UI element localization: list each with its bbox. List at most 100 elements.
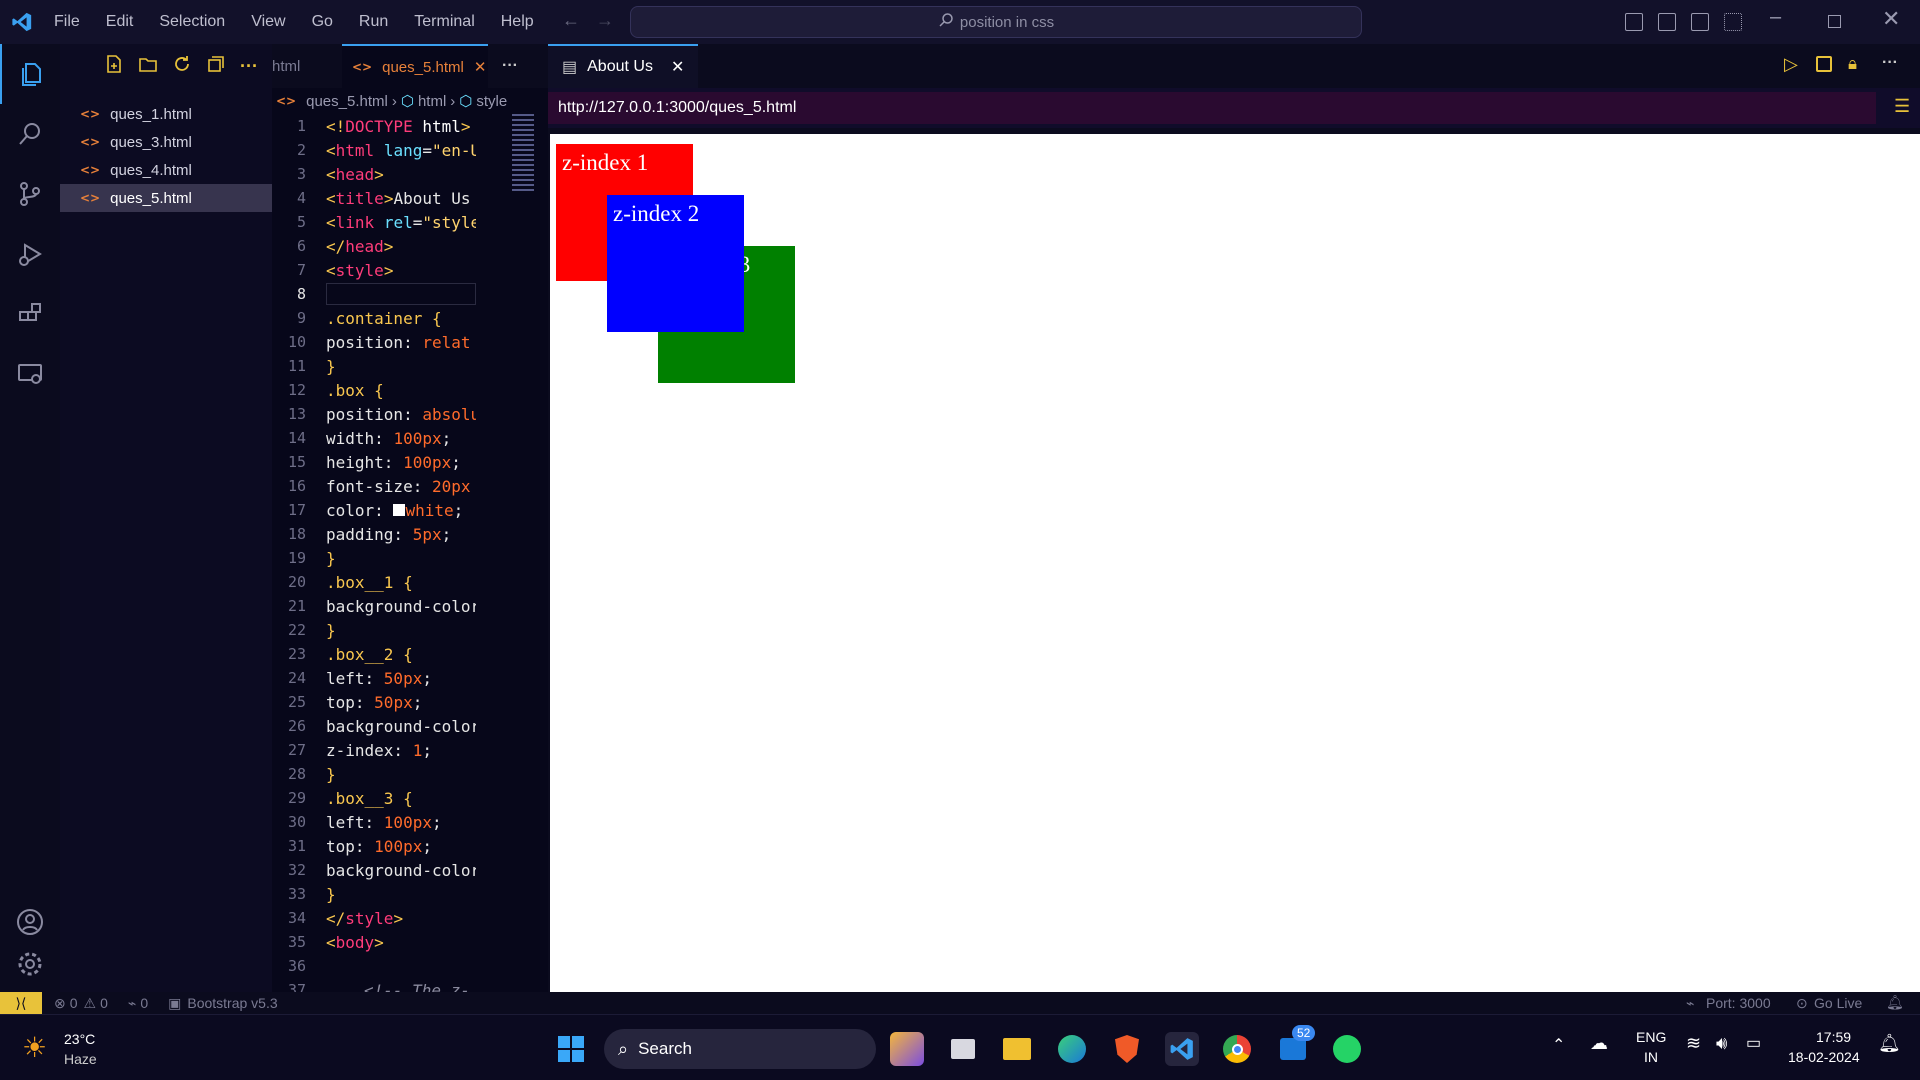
whatsapp-icon[interactable] xyxy=(1330,1032,1364,1066)
refresh-icon[interactable] xyxy=(172,54,192,79)
weather-desc[interactable]: Haze xyxy=(64,1051,97,1067)
battery-icon[interactable]: ▭ xyxy=(1746,1033,1761,1053)
notifications-bell-icon[interactable]: 🔔︎ xyxy=(1886,994,1904,1011)
code-text: .box__2 { xyxy=(326,644,413,664)
tab-previous[interactable]: html xyxy=(272,44,342,88)
extensions-icon[interactable] xyxy=(0,284,60,344)
line-number: 27 xyxy=(287,741,306,759)
menu-edit[interactable]: Edit xyxy=(106,13,134,31)
region-indicator[interactable]: IN xyxy=(1644,1049,1658,1065)
ports-count[interactable]: 0 xyxy=(140,995,148,1011)
remote-explorer-icon[interactable] xyxy=(0,344,60,404)
bootstrap-status[interactable]: Bootstrap v5.3 xyxy=(187,995,277,1011)
copilot-icon[interactable] xyxy=(890,1032,924,1066)
code-editor[interactable]: 1 <!DOCTYPE html> 2 <html lang="en-U 3 <hea… xyxy=(272,114,548,1002)
start-windows-icon[interactable] xyxy=(554,1032,588,1066)
weather-temp[interactable]: 23°C xyxy=(64,1031,95,1047)
file-item-ques1[interactable]: <> ques_1.html xyxy=(60,100,272,128)
port-status[interactable]: Port: 3000 xyxy=(1706,995,1771,1011)
collapse-all-icon[interactable] xyxy=(206,54,226,79)
clock-date[interactable]: 18-02-2024 xyxy=(1788,1049,1860,1065)
toggle-panel-icon[interactable] xyxy=(1658,13,1676,31)
editor-tabs: html <> ques_5.html ✕ ··· xyxy=(272,44,548,88)
html-file-icon: <> xyxy=(276,94,297,108)
breadcrumb-html[interactable]: html xyxy=(418,93,446,110)
split-editor-icon[interactable] xyxy=(1816,56,1832,72)
toggle-secondary-sidebar-icon[interactable] xyxy=(1691,13,1709,31)
taskbar-search[interactable]: ⌕ Search xyxy=(604,1029,876,1069)
code-line: 36 xyxy=(272,954,548,978)
lock-icon[interactable]: 🔒︎ xyxy=(1848,54,1857,74)
file-explorer-icon[interactable] xyxy=(1000,1032,1034,1066)
more-actions-icon[interactable]: ··· xyxy=(240,56,258,77)
menu-view[interactable]: View xyxy=(251,13,285,31)
editor-more-icon[interactable]: ··· xyxy=(502,57,518,75)
chrome-icon[interactable] xyxy=(1220,1032,1254,1066)
activity-bar xyxy=(0,44,60,992)
line-number: 22 xyxy=(287,621,306,639)
menu-selection[interactable]: Selection xyxy=(159,13,225,31)
address-bar: ← → ↻ http://127.0.0.1:3000/ques_5.html … xyxy=(548,88,1920,128)
go-live-button[interactable]: Go Live xyxy=(1814,995,1862,1011)
brave-icon[interactable] xyxy=(1110,1032,1144,1066)
menu-help[interactable]: Help xyxy=(501,13,534,31)
close-window-icon[interactable]: ✕ xyxy=(1882,6,1900,32)
more-actions-icon[interactable]: ··· xyxy=(1882,54,1898,72)
file-item-ques4[interactable]: <> ques_4.html xyxy=(60,156,272,184)
color-swatch[interactable] xyxy=(393,503,406,516)
remote-indicator-icon[interactable]: ⟩⟨ xyxy=(0,992,42,1014)
edge-icon[interactable] xyxy=(1055,1032,1089,1066)
file-item-ques3[interactable]: <> ques_3.html xyxy=(60,128,272,156)
restore-icon[interactable] xyxy=(1828,15,1841,28)
new-folder-icon[interactable] xyxy=(138,54,158,79)
nav-back-icon[interactable]: ← xyxy=(562,10,580,31)
vscode-taskbar-icon[interactable] xyxy=(1165,1032,1199,1066)
command-center-search[interactable]: position in css xyxy=(630,6,1362,38)
language-indicator[interactable]: ENG xyxy=(1636,1029,1666,1045)
volume-icon[interactable]: 🔊︎ xyxy=(1716,1033,1727,1054)
settings-gear-icon[interactable] xyxy=(0,934,60,994)
code-text: <style> xyxy=(326,260,394,280)
code-line: 23 .box__2 { xyxy=(272,642,548,666)
close-tab-icon[interactable]: ✕ xyxy=(474,58,487,76)
line-number: 8 xyxy=(296,285,306,303)
minimap[interactable] xyxy=(512,114,534,194)
source-control-icon[interactable] xyxy=(0,164,60,224)
code-line: 16 font-size: 20px xyxy=(272,474,548,498)
toggle-primary-sidebar-icon[interactable] xyxy=(1625,13,1643,31)
menu-terminal[interactable]: Terminal xyxy=(414,13,474,31)
explorer-icon[interactable] xyxy=(0,44,60,104)
line-number: 10 xyxy=(287,333,306,351)
search-view-icon[interactable] xyxy=(0,104,60,164)
code-line: 34 </style> xyxy=(272,906,548,930)
menu-file[interactable]: File xyxy=(54,13,80,31)
close-tab-icon[interactable]: ✕ xyxy=(671,57,684,77)
clock-time[interactable]: 17:59 xyxy=(1816,1029,1851,1045)
menu-run[interactable]: Run xyxy=(359,13,388,31)
file-item-ques5[interactable]: <> ques_5.html xyxy=(60,184,272,212)
new-file-icon[interactable] xyxy=(104,54,124,79)
customize-layout-icon[interactable] xyxy=(1724,13,1742,31)
run-debug-icon[interactable] xyxy=(0,224,60,284)
tab-about-us[interactable]: ▤ About Us ✕ xyxy=(548,44,699,88)
menu-icon[interactable]: ☰ xyxy=(1894,96,1910,117)
explorer-toolbar: ··· xyxy=(60,44,272,88)
task-view-icon[interactable] xyxy=(946,1032,980,1066)
menu-go[interactable]: Go xyxy=(312,13,333,31)
minimize-icon[interactable]: – xyxy=(1770,6,1781,29)
notification-bell-icon[interactable]: 🔔︎ xyxy=(1878,1033,1901,1054)
breadcrumb-style[interactable]: style xyxy=(476,93,507,110)
nav-forward-icon[interactable]: → xyxy=(596,10,614,31)
run-icon[interactable]: ▷ xyxy=(1784,54,1798,75)
search-icon: ⌕ xyxy=(618,1038,629,1059)
breadcrumb-file[interactable]: ques_5.html xyxy=(306,93,388,110)
wifi-icon[interactable]: ≋ xyxy=(1686,1033,1701,1054)
warnings-count[interactable]: 0 xyxy=(100,995,108,1011)
onedrive-cloud-icon[interactable]: ☁ xyxy=(1590,1033,1608,1054)
code-text: </style> xyxy=(326,908,404,928)
errors-count[interactable]: 0 xyxy=(70,995,78,1011)
tab-ques5[interactable]: <> ques_5.html ✕ xyxy=(342,44,488,88)
chevron-up-icon[interactable]: ⌃ xyxy=(1552,1035,1565,1055)
errors-icon[interactable]: ⊗ xyxy=(54,995,66,1012)
url-input[interactable]: http://127.0.0.1:3000/ques_5.html xyxy=(548,92,1876,124)
